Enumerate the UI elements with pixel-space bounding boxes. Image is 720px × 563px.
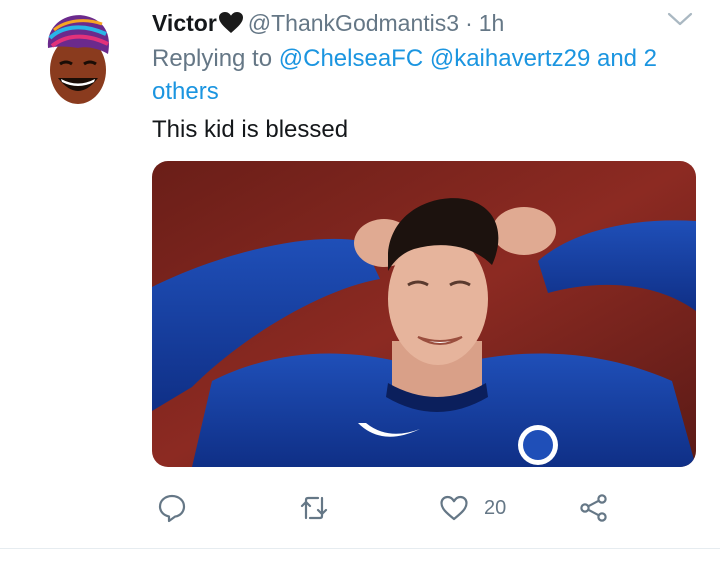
retweet-icon <box>300 496 328 520</box>
reply-mention-kaihavertz29[interactable]: @kaihavertz29 <box>430 45 590 72</box>
avatar[interactable] <box>40 8 118 108</box>
tweet-divider <box>0 548 720 549</box>
like-count: 20 <box>484 496 507 519</box>
reply-mention-chelseafc[interactable]: @ChelseaFC <box>279 45 423 72</box>
black-heart-icon <box>218 11 244 35</box>
like-button[interactable]: 20 <box>438 490 506 526</box>
share-icon <box>580 494 607 522</box>
retweet-button[interactable] <box>298 490 330 526</box>
header-separator: · <box>465 9 473 36</box>
tweet-text: This kid is blessed <box>152 116 349 143</box>
chevron-down-icon[interactable] <box>666 8 694 30</box>
replying-to: Replying to @ChelseaFC @kaihavertz29 and… <box>152 42 692 108</box>
comment-icon <box>158 494 186 523</box>
tweet-header: Victor @ThankGodmantis3 · 1h <box>152 6 692 40</box>
reply-prefix: Replying to <box>152 45 273 72</box>
reply-button[interactable] <box>156 490 188 526</box>
share-button[interactable] <box>578 490 610 526</box>
tweet-media-photo[interactable] <box>152 161 696 467</box>
author-handle[interactable]: @ThankGodmantis3 <box>248 10 459 37</box>
heart-icon <box>440 495 468 521</box>
author-name[interactable]: Victor <box>152 10 217 37</box>
tweet-timestamp[interactable]: 1h <box>479 10 505 37</box>
tweet-actions: 20 <box>152 490 622 530</box>
